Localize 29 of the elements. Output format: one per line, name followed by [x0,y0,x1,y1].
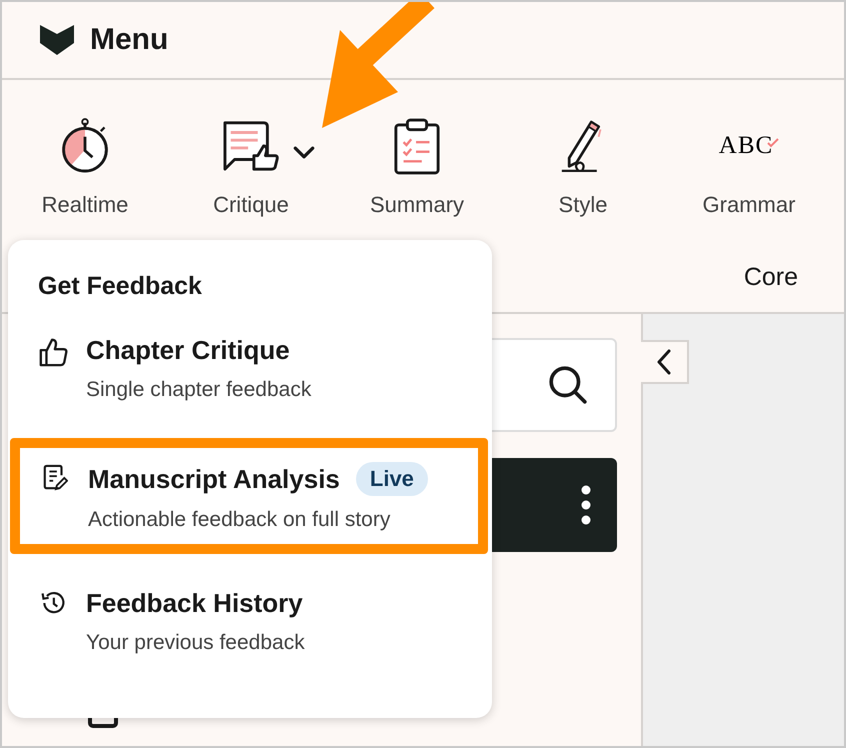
logo-icon [40,25,74,55]
menu-item[interactable]: Feedback History Your previous feedback [8,588,492,655]
search-icon [547,364,589,406]
section-label: Core [744,263,798,292]
item-description: Your previous feedback [86,631,305,655]
document-edit-icon [42,464,68,492]
menu-item[interactable]: Manuscript Analysis Live Actionable feedback on full story [10,438,488,554]
collapse-button[interactable] [641,340,689,384]
item-title: Manuscript Analysis [88,464,340,494]
toolbar-button[interactable]: Critique [168,116,334,218]
toolbar-button[interactable]: ABC Grammar [666,116,832,218]
item-title: Feedback History [86,588,303,619]
toolbar-button[interactable]: Realtime [2,116,168,218]
menu-title: Menu [90,23,168,57]
status-badge: Live [356,462,428,496]
history-icon [40,590,66,616]
caret-icon[interactable] [293,146,315,159]
item-description: Single chapter feedback [86,378,312,402]
thumbs-up-icon [38,337,68,367]
menu-heading: Get Feedback [37,272,203,301]
clipboard-icon [393,117,441,175]
speech-bubble-icon [221,119,281,173]
more-icon[interactable] [581,485,591,525]
toolbar-button[interactable]: Style [500,116,666,218]
chevron-left-icon [656,349,672,375]
item-description: Actionable feedback on full story [88,508,392,532]
toolbar-button[interactable]: Summary [334,116,500,218]
menu-item[interactable]: Chapter Critique Single chapter feedback [8,335,492,402]
item-title: Chapter Critique [86,335,290,366]
